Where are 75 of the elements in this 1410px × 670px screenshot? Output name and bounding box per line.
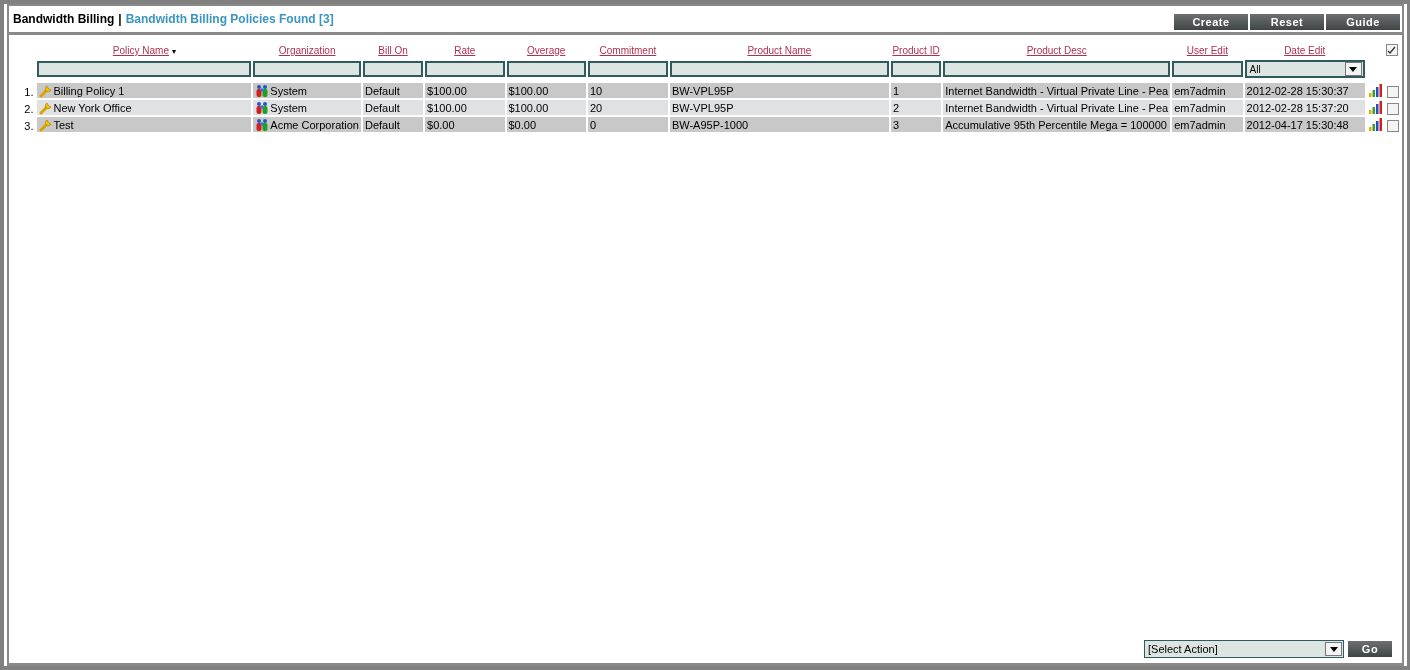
create-button[interactable]: Create <box>1174 14 1248 30</box>
filter-field[interactable] <box>669 61 889 77</box>
table-cell: $100.00 <box>506 83 586 100</box>
table-cell: BW-VPL95P <box>669 83 889 100</box>
table-cell: Internet Bandwidth - Virtual Private Line - Pea <box>943 83 1171 100</box>
filter-field[interactable] <box>1172 61 1243 77</box>
column-header-link[interactable]: Organization <box>278 45 336 56</box>
checkbox[interactable] <box>1386 102 1399 115</box>
column-header-link[interactable]: Policy Name <box>112 45 169 56</box>
column-header-link[interactable]: User Edit <box>1186 45 1228 56</box>
table-cell: Default <box>363 83 424 100</box>
bar-chart-icon[interactable] <box>1367 118 1383 131</box>
table-cell: 0 <box>587 117 668 134</box>
filter-field[interactable] <box>506 61 586 77</box>
column-header-link[interactable]: Date Edit <box>1284 45 1326 56</box>
table-cell: 2 <box>890 100 942 117</box>
filter-field[interactable] <box>425 61 505 77</box>
reset-button[interactable]: Reset <box>1250 14 1324 30</box>
table-cell: $100.00 <box>506 100 586 117</box>
table-cell: 2012-02-28 15:30:37 <box>1244 83 1365 100</box>
checkbox[interactable] <box>1385 44 1398 56</box>
filter-dropdown[interactable]: All <box>1244 60 1365 78</box>
column-header-link[interactable]: Product ID <box>892 45 940 56</box>
filter-field[interactable] <box>253 61 361 77</box>
filter-field[interactable] <box>890 61 942 77</box>
table-cell: 1 <box>890 83 942 100</box>
table-cell: em7admin <box>1172 117 1243 134</box>
table-cell: Accumulative 95th Percentile Mega = 100000 <box>943 117 1171 134</box>
filter-field[interactable] <box>587 61 668 77</box>
table-cell: $100.00 <box>425 83 505 100</box>
row-number: 2. <box>23 101 35 117</box>
table-cell: Default <box>363 100 424 117</box>
table-cell: $0.00 <box>425 117 505 134</box>
column-header-link[interactable]: Product Name <box>747 45 812 56</box>
bar-chart-icon[interactable] <box>1367 84 1383 97</box>
table-cell: System <box>270 84 307 97</box>
column-header-link[interactable]: Rate <box>454 45 476 56</box>
table-cell: System <box>270 101 307 114</box>
column-header-link[interactable]: Bill On <box>378 45 408 56</box>
table-cell: Internet Bandwidth - Virtual Private Line - Pea <box>943 100 1171 117</box>
table-cell: 2012-02-28 15:37:20 <box>1244 100 1365 117</box>
go-button[interactable]: Go <box>1348 641 1392 657</box>
people-icon <box>255 117 271 132</box>
table-cell: $0.00 <box>506 117 586 134</box>
results-count: Bandwidth Billing Policies Found [3] <box>125 12 334 26</box>
page-title: Bandwidth Billing <box>13 12 115 26</box>
action-dropdown[interactable]: [Select Action] <box>1144 640 1344 658</box>
row-number: 3. <box>23 118 35 134</box>
table-cell: $100.00 <box>425 100 505 117</box>
table-cell: em7admin <box>1172 83 1243 100</box>
people-icon <box>255 83 271 98</box>
filter-field[interactable] <box>37 61 252 77</box>
table-cell: BW-VPL95P <box>669 100 889 117</box>
column-header-link[interactable]: Commitment <box>599 45 657 56</box>
people-icon <box>255 100 271 115</box>
column-header-link[interactable]: Product Desc <box>1026 45 1087 56</box>
table-cell: 20 <box>587 100 668 117</box>
guide-button[interactable]: Guide <box>1326 14 1400 30</box>
table-cell: Default <box>363 117 424 134</box>
checkbox[interactable] <box>1386 119 1399 132</box>
table-cell: Acme Corporation <box>270 118 359 131</box>
filter-field[interactable] <box>943 61 1171 77</box>
column-header-link[interactable]: Overage <box>527 45 566 56</box>
table-cell: 2012-04-17 15:30:48 <box>1244 117 1365 134</box>
bar-chart-icon[interactable] <box>1367 101 1383 114</box>
table-cell: 10 <box>587 83 668 100</box>
checkbox[interactable] <box>1386 85 1399 98</box>
sort-indicator: ▾ <box>171 47 176 56</box>
table-cell: BW-A95P-1000 <box>669 117 889 134</box>
row-number: 1. <box>23 84 35 100</box>
row-title-link[interactable]: Test <box>53 118 74 131</box>
table-cell: 3 <box>890 117 942 134</box>
filter-field[interactable] <box>363 61 424 77</box>
table-cell: em7admin <box>1172 100 1243 117</box>
title-separator: | <box>118 12 122 26</box>
